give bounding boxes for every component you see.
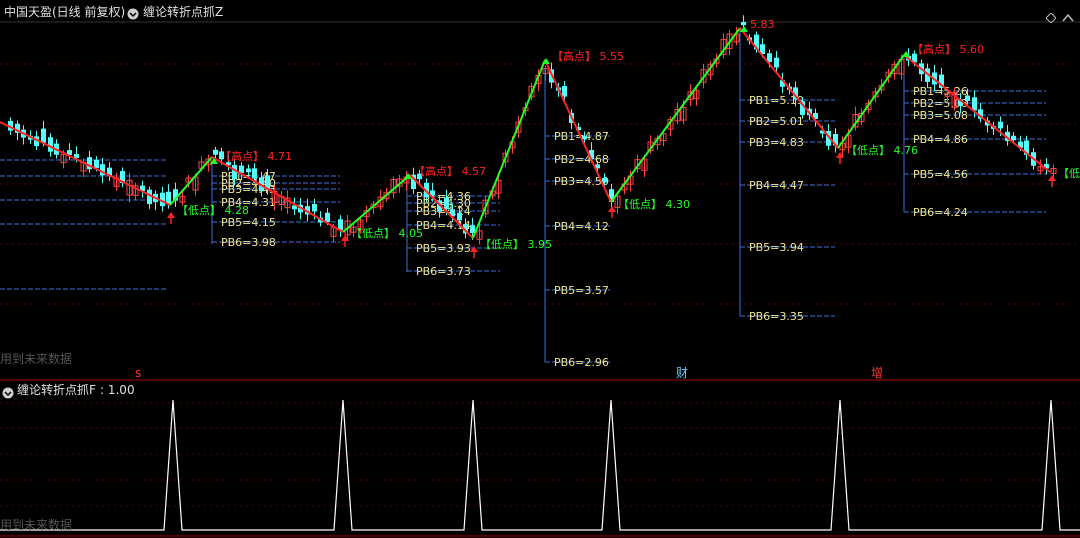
pivot-low-label: 【低点】 4.76	[846, 144, 918, 157]
sub-indicator-name[interactable]: 缠论转折点抓F	[17, 383, 96, 397]
candle-down	[562, 86, 567, 97]
candlesticks	[8, 15, 1057, 245]
pivot-high-label: 【高点】 4.71	[220, 149, 292, 163]
pivot-low-arrow-icon	[167, 212, 175, 218]
pivot-low-label: 【低点】	[1058, 167, 1080, 180]
pb-label: PB3=4.24	[416, 205, 471, 218]
pivot-low-label: 【低点】 4.30	[618, 198, 690, 211]
candle-down	[246, 168, 251, 173]
sub-indicator-value: : 1.00	[100, 383, 135, 397]
event-marker-s[interactable]: s	[135, 366, 141, 380]
pb-label: PB2=5.01	[749, 115, 804, 128]
pb-label: PB4=4.86	[913, 133, 968, 146]
event-marker-finance[interactable]: 财	[676, 366, 688, 380]
diamond-icon[interactable]	[1045, 8, 1057, 24]
candle-down	[470, 225, 475, 233]
candle-down	[774, 57, 779, 68]
pivot-high-label: 【高点】 5.60	[912, 42, 984, 56]
future-data-watermark-sub: 用到未来数据	[0, 518, 73, 532]
pivot-low-label: 【低点】 3.95	[480, 238, 552, 251]
zigzag-segment	[0, 121, 171, 206]
candle-down	[41, 128, 46, 143]
candle-down	[325, 212, 330, 223]
signal-panel	[0, 399, 1080, 531]
collapse-panel-icon[interactable]	[2, 384, 14, 399]
signal-line	[0, 399, 1080, 531]
candle-down	[965, 95, 970, 102]
pivot-low-label: 【低点】 4.28	[177, 204, 249, 217]
pb-label: PB2=4.68	[554, 153, 609, 166]
candle-down	[48, 137, 53, 152]
pb-label: PB6=3.98	[221, 236, 276, 249]
zigzag-segment	[169, 156, 213, 206]
pb-label: PB5=3.94	[749, 241, 804, 254]
chart-header: 中国天盈 (日线 前复权) 缠论转折点抓Z	[0, 0, 1080, 24]
pivot-high-arrow-icon	[542, 58, 550, 64]
pivot-low-arrow-icon	[1048, 175, 1056, 181]
pb-label: PB5=4.15	[221, 216, 276, 229]
candle-down	[94, 159, 99, 169]
pb-label: PB5=3.93	[416, 242, 471, 255]
candle-down	[998, 121, 1003, 129]
pb-label: PB3=4.83	[749, 136, 804, 149]
chart-canvas[interactable]: PB1=4.47PB2=4.40PB3=4.43PB4=4.31PB5=4.15…	[0, 0, 1080, 538]
zigzag-segment	[472, 59, 546, 239]
candle-down	[457, 212, 462, 221]
pivot-low-label: 【低点】 4.05	[351, 227, 423, 240]
zigzag-lines	[0, 27, 1051, 239]
future-data-watermark-main: 用到未来数据	[0, 352, 73, 366]
period-label[interactable]: (日线 前复权)	[52, 5, 125, 19]
pb-label: PB4=4.12	[554, 220, 609, 233]
pb-label: PB5=4.56	[913, 168, 968, 181]
stock-name[interactable]: 中国天盈	[4, 5, 52, 19]
candle-down	[602, 178, 607, 183]
pb-label: PB5=3.57	[554, 284, 609, 297]
indicator-name[interactable]: 缠论转折点抓Z	[143, 5, 223, 19]
candle-down	[741, 22, 746, 26]
candle-down	[252, 168, 257, 179]
pb-label: PB6=3.35	[749, 310, 804, 323]
pb-label: PB4=4.47	[749, 179, 804, 192]
zigzag-segment	[342, 174, 411, 233]
candle-down	[1011, 135, 1016, 141]
chevron-down-icon[interactable]	[127, 5, 139, 20]
pb-label: PB3=5.08	[913, 109, 968, 122]
zigzag-segment	[837, 54, 905, 149]
pb-label: PB6=3.73	[416, 265, 471, 278]
pivot-high-label: 【高点】 5.55	[552, 49, 624, 63]
pb-label: PB6=4.24	[913, 206, 968, 219]
candle-down	[213, 149, 218, 155]
event-marker-increase[interactable]: 增	[871, 366, 883, 380]
pb-label: PB6=2.96	[554, 356, 609, 369]
zigzag-segment	[610, 27, 741, 203]
chevron-up-icon[interactable]	[1062, 8, 1074, 22]
zigzag-segment	[739, 27, 839, 149]
candle-down	[444, 197, 449, 210]
candle-down	[312, 204, 317, 212]
pivot-low-arrow-icon	[470, 246, 478, 252]
pivot-high-label: 【高点】 4.57	[414, 164, 486, 178]
candle-down	[972, 97, 977, 111]
pb-label: PB4=4.14	[416, 219, 471, 232]
